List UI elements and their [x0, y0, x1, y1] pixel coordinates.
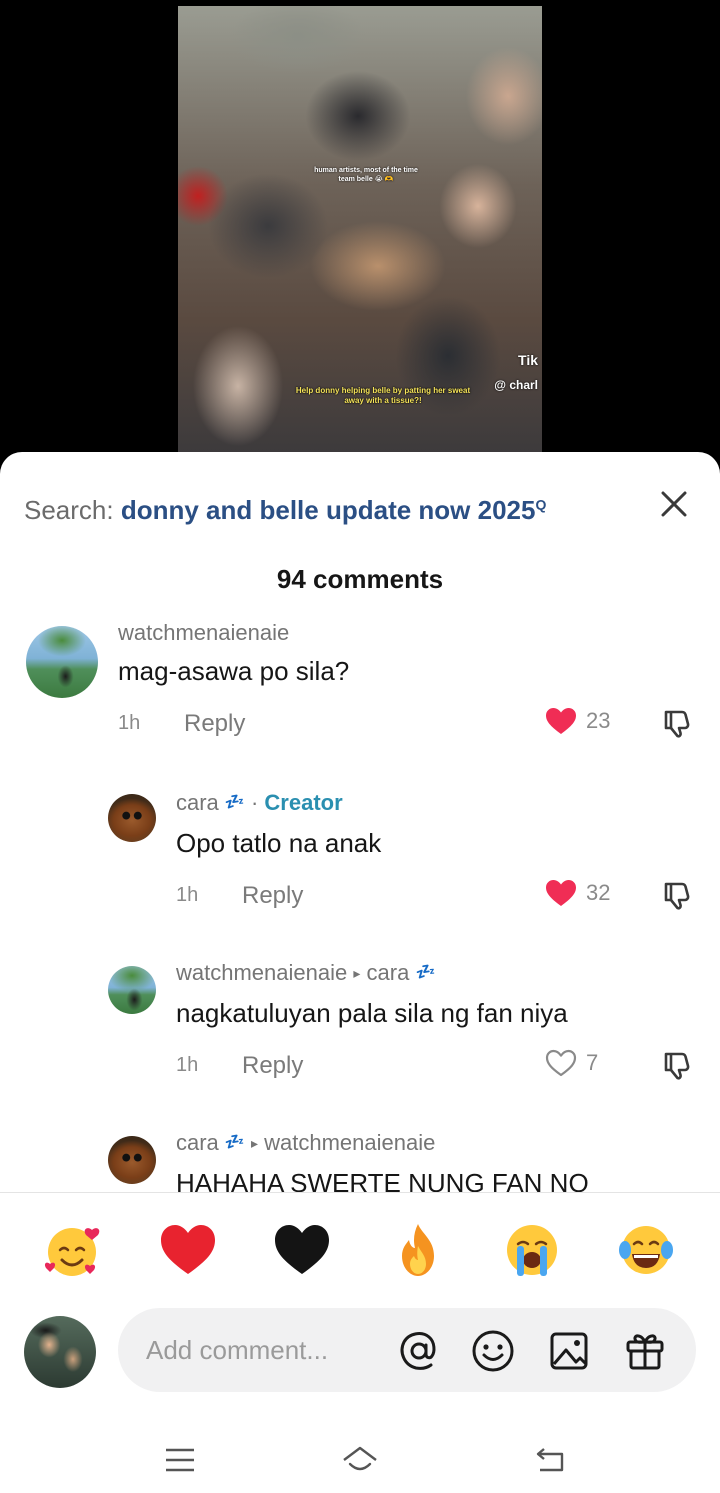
emoji-button[interactable] — [470, 1328, 516, 1374]
tiktok-watermark-logo: Tik — [518, 352, 538, 368]
smiling-face-with-hearts-emoji[interactable] — [42, 1220, 102, 1280]
black-heart-emoji[interactable] — [272, 1220, 332, 1280]
like-button[interactable]: 23 — [544, 706, 610, 736]
heart-filled-icon — [546, 880, 576, 906]
reply-button[interactable]: Reply — [242, 1052, 303, 1080]
search-suggestion[interactable]: Search: donny and belle update now 2025Q — [24, 484, 696, 525]
comment-time: 1h — [176, 1054, 199, 1076]
search-query[interactable]: donny and belle update now 2025 — [121, 495, 536, 525]
comment-input-placeholder[interactable]: Add comment... — [146, 1308, 328, 1392]
comment-username-line[interactable]: watchmenaienaie ▸ cara 💤 — [176, 960, 435, 986]
smiling-face-with-hearts-icon — [44, 1228, 100, 1276]
divider — [0, 1192, 720, 1193]
comments-count: 94 comments — [276, 564, 444, 594]
thumbs-down-icon — [664, 882, 690, 910]
like-button[interactable]: 32 — [544, 878, 610, 908]
video-frame[interactable]: human artists, most of the time team bel… — [178, 6, 542, 456]
close-button[interactable] — [656, 486, 692, 522]
comment-input-row: Add comment... — [0, 1308, 720, 1398]
fire-emoji[interactable] — [388, 1220, 448, 1280]
reply-arrow-icon: ▸ — [250, 1135, 258, 1151]
heart-outline-icon — [545, 1049, 577, 1077]
like-count: 23 — [586, 708, 611, 733]
comment-text: HAHAHA SWERTE NUNG FAN NO — [176, 1168, 589, 1194]
comments-list[interactable]: watchmenaienaie mag-asawa po sila? 1h Re… — [0, 614, 720, 1194]
comment-time: 1h — [176, 884, 199, 906]
comment-text: mag-asawa po sila? — [118, 656, 350, 686]
separator: · — [250, 790, 259, 815]
comment-username[interactable]: watchmenaienaie — [118, 620, 289, 646]
comment-input[interactable]: Add comment... — [118, 1308, 696, 1392]
like-button[interactable]: 7 — [544, 1048, 598, 1078]
comment-item[interactable]: cara 💤 ▸ watchmenaienaie HAHAHA SWERTE N… — [0, 1124, 720, 1194]
comments-sheet: Search: donny and belle update now 2025Q… — [0, 452, 720, 1493]
reply-button[interactable]: Reply — [184, 710, 245, 738]
sleep-badge: 💤 — [224, 1134, 245, 1151]
avatar[interactable] — [108, 1136, 156, 1184]
search-suggestion-text[interactable]: Search: donny and belle update now 2025Q — [24, 495, 546, 525]
search-icon: Q — [535, 496, 547, 512]
like-count: 7 — [586, 1050, 599, 1075]
reply-to-username[interactable]: cara — [367, 960, 410, 985]
gift-button[interactable] — [622, 1328, 668, 1374]
home-button[interactable] — [340, 1440, 380, 1480]
system-navigation-bar — [0, 1430, 720, 1490]
loudly-crying-face-emoji[interactable] — [502, 1220, 562, 1280]
close-icon — [661, 491, 687, 517]
comment-time: 1h — [118, 712, 141, 734]
face-with-tears-of-joy-icon — [619, 1226, 673, 1274]
comment-text: nagkatuluyan pala sila ng fan niya — [176, 998, 568, 1028]
comment-item[interactable]: watchmenaienaie mag-asawa po sila? 1h Re… — [0, 614, 720, 764]
recent-apps-button[interactable] — [160, 1440, 200, 1480]
avatar[interactable] — [108, 966, 156, 1014]
tiktok-watermark-handle: @ charl — [494, 378, 538, 392]
black-heart-icon — [275, 1225, 329, 1274]
red-heart-icon — [161, 1225, 215, 1274]
sleep-badge: 💤 — [224, 794, 245, 811]
video-area[interactable]: human artists, most of the time team bel… — [0, 0, 720, 470]
gift-icon — [626, 1334, 664, 1370]
back-icon — [536, 1448, 564, 1472]
reply-arrow-icon: ▸ — [353, 965, 361, 981]
comment-item[interactable]: watchmenaienaie ▸ cara 💤 nagkatuluyan pa… — [0, 954, 720, 1104]
search-label: Search: — [24, 494, 121, 525]
dislike-button[interactable] — [660, 878, 694, 912]
comment-item[interactable]: cara 💤 · Creator Opo tatlo na anak 1h Re… — [0, 784, 720, 934]
sleep-badge: 💤 — [415, 964, 436, 981]
loudly-crying-face-icon — [507, 1225, 557, 1276]
reply-to-username[interactable]: watchmenaienaie — [264, 1130, 435, 1155]
video-caption-top: human artists, most of the time team bel… — [314, 167, 418, 183]
menu-icon — [166, 1448, 194, 1472]
image-icon — [550, 1332, 588, 1370]
dislike-button[interactable] — [660, 1048, 694, 1082]
comment-username-line[interactable]: cara 💤 · Creator — [176, 790, 343, 816]
home-icon — [343, 1446, 377, 1471]
thumbs-down-icon — [664, 1052, 690, 1080]
creator-badge: Creator — [264, 790, 343, 815]
reply-button[interactable]: Reply — [242, 882, 303, 910]
avatar[interactable] — [108, 794, 156, 842]
my-avatar[interactable] — [24, 1316, 96, 1388]
heart-filled-icon — [546, 708, 576, 734]
comment-text: Opo tatlo na anak — [176, 828, 382, 858]
fire-icon — [402, 1224, 434, 1276]
avatar[interactable] — [26, 626, 98, 698]
face-with-tears-of-joy-emoji[interactable] — [616, 1220, 676, 1280]
quick-emoji-row — [0, 1200, 720, 1296]
comment-username[interactable]: cara — [176, 790, 219, 815]
back-button[interactable] — [530, 1440, 570, 1480]
comment-username[interactable]: watchmenaienaie — [176, 960, 347, 985]
video-caption-bottom: Help donny helping belle by patting her … — [295, 386, 471, 405]
mention-icon — [400, 1332, 436, 1370]
mention-button[interactable] — [396, 1328, 442, 1374]
like-count: 32 — [586, 880, 611, 905]
dislike-button[interactable] — [660, 706, 694, 740]
emoji-icon — [472, 1330, 514, 1372]
red-heart-emoji[interactable] — [158, 1220, 218, 1280]
thumbs-down-icon — [664, 710, 690, 738]
image-button[interactable] — [546, 1328, 592, 1374]
comment-username[interactable]: cara — [176, 1130, 219, 1155]
comment-username-line[interactable]: cara 💤 ▸ watchmenaienaie — [176, 1130, 435, 1156]
